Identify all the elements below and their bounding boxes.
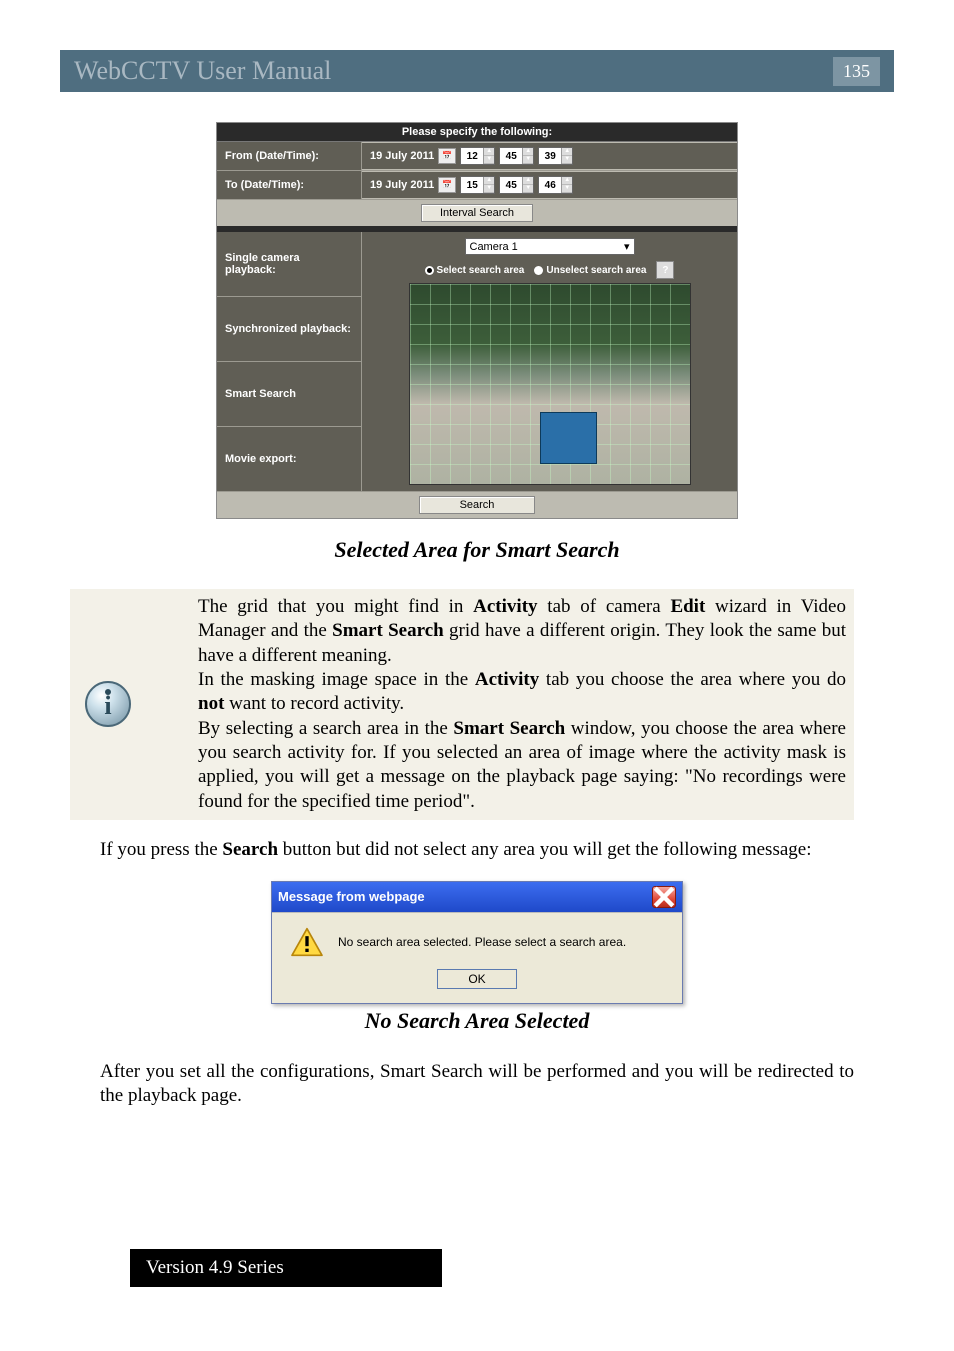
from-min-spin[interactable]: 45▲▼ [499, 147, 534, 165]
single-camera-label: Single camera playback: [217, 232, 361, 297]
to-row: To (Date/Time): 19 July 2011 📅 15▲▼ 45▲▼… [217, 171, 737, 200]
synchronized-label: Synchronized playback: [217, 297, 361, 362]
interval-search-button[interactable]: Interval Search [421, 204, 533, 222]
from-label: From (Date/Time): [217, 142, 362, 170]
info-callout: The grid that you might find in Activity… [70, 589, 854, 820]
alert-dialog: Message from webpage No search area sele… [271, 881, 683, 1004]
radio-icon [425, 266, 434, 275]
paragraph-3: After you set all the configurations, Sm… [100, 1060, 854, 1109]
calendar-icon[interactable]: 📅 [438, 177, 456, 193]
from-value: 19 July 2011 📅 12▲▼ 45▲▼ 39▲▼ [362, 143, 737, 169]
page-footer: Version 4.9 Series [130, 1249, 442, 1287]
header-title: WebCCTV User Manual [74, 56, 331, 86]
to-label: To (Date/Time): [217, 171, 362, 199]
info-text: The grid that you might find in Activity… [138, 595, 846, 814]
page: WebCCTV User Manual 135 Please specify t… [0, 50, 954, 1287]
radio-icon [534, 266, 543, 275]
help-button[interactable]: ? [656, 261, 674, 279]
to-hour-spin[interactable]: 15▲▼ [460, 176, 495, 194]
chevron-down-icon: ▾ [624, 240, 630, 253]
paragraph-2: If you press the Search button but did n… [100, 838, 854, 863]
page-number: 135 [833, 57, 880, 86]
movie-export-label: Movie export: [217, 427, 361, 491]
interval-search-row: Interval Search [217, 200, 737, 226]
radio-select-area[interactable]: Select search area [425, 265, 525, 276]
radio-unselect-area[interactable]: Unselect search area [534, 265, 646, 276]
ok-button[interactable]: OK [437, 969, 516, 989]
search-area-radios: Select search area Unselect search area … [370, 261, 729, 279]
from-row: From (Date/Time): 19 July 2011 📅 12▲▼ 45… [217, 142, 737, 171]
search-button[interactable]: Search [419, 496, 536, 514]
panel-title: Please specify the following: [217, 123, 737, 142]
dialog-message: No search area selected. Please select a… [338, 935, 626, 949]
to-value: 19 July 2011 📅 15▲▼ 45▲▼ 46▲▼ [362, 172, 737, 198]
to-sec-spin[interactable]: 46▲▼ [538, 176, 573, 194]
camera-preview[interactable] [409, 283, 691, 485]
preview-object [540, 412, 597, 464]
from-sec-spin[interactable]: 39▲▼ [538, 147, 573, 165]
figure-caption-2: No Search Area Selected [100, 1008, 854, 1034]
info-icon [85, 681, 131, 727]
close-icon[interactable] [652, 886, 676, 908]
smart-search-label: Smart Search [217, 362, 361, 427]
calendar-icon[interactable]: 📅 [438, 148, 456, 164]
dialog-titlebar: Message from webpage [272, 882, 682, 912]
camera-select-value: Camera 1 [470, 241, 518, 253]
figure-caption-1: Selected Area for Smart Search [100, 537, 854, 563]
from-date-text: 19 July 2011 [370, 150, 434, 162]
sidebar-labels: Single camera playback: Synchronized pla… [217, 232, 362, 491]
warning-icon [290, 927, 324, 957]
to-min-spin[interactable]: 45▲▼ [499, 176, 534, 194]
to-date-text: 19 July 2011 [370, 179, 434, 191]
dialog-title: Message from webpage [278, 889, 425, 904]
preview-area: Camera 1 ▾ Select search area Unselect s… [362, 232, 737, 491]
page-header: WebCCTV User Manual 135 [60, 50, 894, 92]
from-hour-spin[interactable]: 12▲▼ [460, 147, 495, 165]
camera-select[interactable]: Camera 1 ▾ [465, 238, 635, 255]
search-button-row: Search [217, 491, 737, 518]
playback-section: Single camera playback: Synchronized pla… [217, 232, 737, 491]
search-config-panel: Please specify the following: From (Date… [216, 122, 738, 519]
